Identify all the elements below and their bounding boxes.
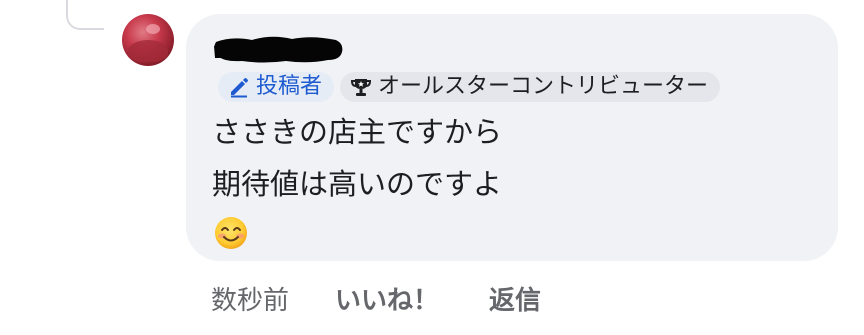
- author-badge-label: 投稿者: [256, 74, 323, 99]
- trophy-icon: [351, 79, 372, 96]
- like-button[interactable]: いいね！: [335, 281, 439, 321]
- comment-text-line-1: ささきの店主ですから: [212, 115, 503, 149]
- smiling-face-icon: [215, 217, 247, 249]
- thread-connector-line: [66, 0, 104, 30]
- reply-button[interactable]: 返信: [489, 281, 541, 321]
- avatar[interactable]: [122, 14, 174, 66]
- all-star-contributor-badge[interactable]: オールスターコントリビューター: [340, 72, 721, 102]
- author-badge[interactable]: 投稿者: [218, 72, 335, 102]
- all-star-contributor-badge-label: オールスターコントリビューター: [378, 74, 709, 99]
- comment-actions: 数秒前 いいね！ 返信: [211, 281, 591, 321]
- comment-text-line-2: 期待値は高いのですよ: [212, 167, 503, 201]
- author-badges: 投稿者 オールスターコントリビューター: [218, 72, 721, 102]
- redacted-author-name[interactable]: [212, 34, 346, 64]
- timestamp[interactable]: 数秒前: [211, 281, 289, 321]
- pencil-icon: [231, 78, 248, 98]
